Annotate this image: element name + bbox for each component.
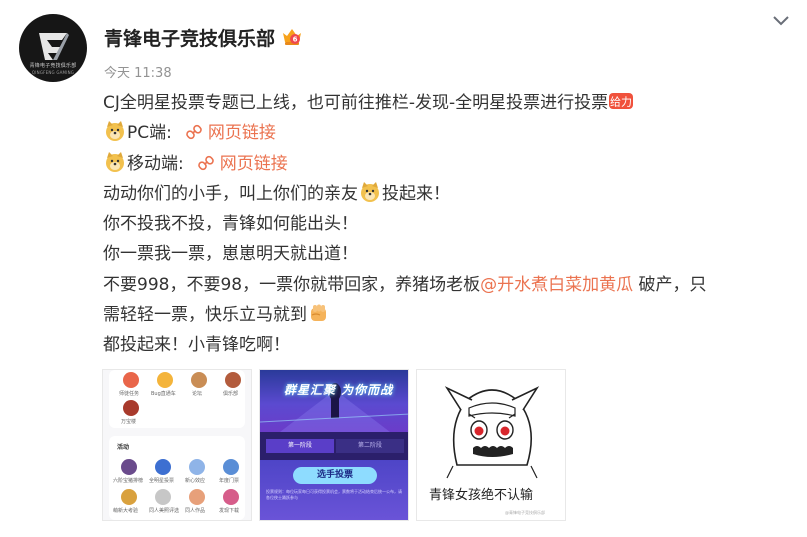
user-mention-link[interactable]: @开水煮白菜加黄瓜 xyxy=(480,275,633,295)
post-text: 都投起来！小青锋吃啊！ xyxy=(103,335,290,356)
image-watermark: @青锋电子竞技俱乐部 xyxy=(505,510,545,515)
pc-web-link[interactable]: 网页链接 xyxy=(186,123,276,143)
vip-crown-badge-icon[interactable]: 6 xyxy=(281,27,303,47)
activity-icon xyxy=(223,459,239,475)
mobile-web-link[interactable]: 网页链接 xyxy=(197,153,288,174)
vote-hero-title: 群星汇聚 为你而战 xyxy=(284,383,394,397)
account-name[interactable]: 青锋电子竞技俱乐部 xyxy=(104,24,275,51)
activity-icon xyxy=(155,459,171,475)
mobile-web-link-label: 网页链接 xyxy=(219,153,288,174)
link-icon xyxy=(197,155,214,170)
activity-label: 萌新大考验 xyxy=(113,508,139,514)
doge-emoji-icon xyxy=(106,121,124,142)
post-image-vote-page[interactable]: 群星汇聚 为你而战 第一阶段 第二阶段 选手投票 投票规则：每位玩家每日可获得投… xyxy=(259,369,409,521)
post-body: CJ全明星投票专题已上线，也可前往推栏-发现-全明星投票进行投票 给力 PC端:… xyxy=(103,88,793,361)
post-text: 你一票我一票，崽崽明天就出道！ xyxy=(103,244,358,265)
post-timestamp[interactable]: 今天 11:38 xyxy=(104,62,172,81)
menu-item-label: 万宝楼 xyxy=(121,419,137,425)
post-text: 动动你们的小手，叫上你们的亲友 xyxy=(103,183,358,204)
svg-text:6: 6 xyxy=(293,36,298,44)
avatar-logo-text: 青锋电子竞技俱乐部 xyxy=(29,63,77,69)
menu-card: 师徒任务 Bug直通车 论坛 俱乐部 万宝楼 xyxy=(109,370,245,428)
tab-stage-two: 第二阶段 xyxy=(336,439,404,453)
post-line: 移动端: 网页链接 xyxy=(103,149,793,179)
activity-label: 六阶宝猪排榜 xyxy=(113,478,144,484)
post-text: CJ全明星投票专题已上线，也可前往推栏-发现-全明星投票进行投票 xyxy=(103,93,609,113)
activity-section-title: 活动 xyxy=(117,444,130,451)
activity-icon xyxy=(121,459,137,475)
doge-emoji-icon xyxy=(106,151,124,172)
activity-label: 同人美照评选 xyxy=(149,508,180,514)
post-line: 你不投我不投，青锋如何能出头！ xyxy=(103,209,793,239)
post-text: 你不投我不投，青锋如何能出头！ xyxy=(103,214,358,235)
activity-icon xyxy=(121,489,137,505)
activity-icon xyxy=(223,489,239,505)
activity-label: 新心效应 xyxy=(185,478,206,484)
menu-item-label: 师徒任务 xyxy=(119,391,140,397)
activity-label: 年度门票 xyxy=(219,478,240,484)
pc-label: PC端: xyxy=(127,123,172,144)
avatar-logo-subtext: QINGFENG GAMING xyxy=(31,70,75,75)
post-text: 不要998，不要98，一票你就带回家，养猪场老板 xyxy=(103,274,481,295)
post-image-app-menu[interactable]: 师徒任务 Bug直通车 论坛 俱乐部 万宝楼 活动 六阶宝猪排榜 全明星投票 新… xyxy=(102,369,252,521)
avatar[interactable]: 青锋电子竞技俱乐部 QINGFENG GAMING xyxy=(19,14,87,82)
activity-icon xyxy=(155,489,171,505)
chevron-down-icon[interactable] xyxy=(771,14,791,28)
svg-text:给力: 给力 xyxy=(610,96,632,109)
mobile-label: 移动端: xyxy=(127,153,184,174)
post-text: 投起来！ xyxy=(382,183,450,204)
post-line: 都投起来！小青锋吃啊！ xyxy=(103,330,793,360)
geili-badge-icon: 给力 xyxy=(609,93,634,109)
menu-item-label: 俱乐部 xyxy=(223,391,239,397)
activity-icon xyxy=(189,489,205,505)
pc-web-link-label: 网页链接 xyxy=(207,123,276,144)
tab-stage-one: 第一阶段 xyxy=(266,439,334,453)
post-line: PC端: 网页链接 xyxy=(103,118,793,148)
post-line: 动动你们的小手，叫上你们的亲友 投起来！ xyxy=(103,179,793,209)
post-text: 破产，只 xyxy=(633,274,707,295)
menu-item-icon xyxy=(191,372,207,388)
stage-spotlight-icon xyxy=(260,383,408,432)
player-vote-button: 选手投票 xyxy=(293,467,377,484)
link-icon xyxy=(186,125,202,140)
activity-icon xyxy=(189,459,205,475)
vote-panel: 选手投票 投票规则：每位玩家每日可获得投票机会，票数将于活动结束后统一公布，请各… xyxy=(260,460,408,520)
meme-caption: 青锋女孩绝不认输 xyxy=(429,488,534,503)
activity-label: 全明星投票 xyxy=(149,478,175,484)
post-line: 需轻轻一票，快乐立马就到 xyxy=(103,300,793,330)
vote-hero-banner: 群星汇聚 为你而战 xyxy=(260,370,408,432)
menu-item-icon xyxy=(157,372,173,388)
post-text: 需轻轻一票，快乐立马就到 xyxy=(103,305,307,326)
menu-item-icon xyxy=(123,372,139,388)
doge-emoji-icon xyxy=(361,181,379,202)
fist-emoji-icon xyxy=(311,304,326,322)
post-line: 你一票我一票，崽崽明天就出道！ xyxy=(103,239,793,269)
vote-rules-text: 投票规则：每位玩家每日可获得投票机会，票数将于活动结束后统一公布，请各位侠士踊跃… xyxy=(266,489,402,500)
anime-girl-meme-icon xyxy=(444,386,540,479)
activity-label: 发现下载 xyxy=(219,508,240,514)
menu-item-icon xyxy=(123,400,139,416)
menu-item-icon xyxy=(225,372,241,388)
menu-item-label: Bug直通车 xyxy=(151,391,176,397)
post-line: CJ全明星投票专题已上线，也可前往推栏-发现-全明星投票进行投票 给力 xyxy=(103,88,793,118)
post-line: 不要998，不要98，一票你就带回家，养猪场老板@开水煮白菜加黄瓜 破产，只 xyxy=(103,270,793,300)
vote-stage-tabs: 第一阶段 第二阶段 xyxy=(260,432,408,460)
menu-item-label: 论坛 xyxy=(192,391,203,397)
post-image-meme[interactable]: 青锋女孩绝不认输 @青锋电子竞技俱乐部 xyxy=(416,369,566,521)
activity-label: 同人作品 xyxy=(185,508,206,514)
activity-card: 活动 六阶宝猪排榜 全明星投票 新心效应 年度门票 萌新大考验 同人美照评选 同… xyxy=(109,436,245,520)
